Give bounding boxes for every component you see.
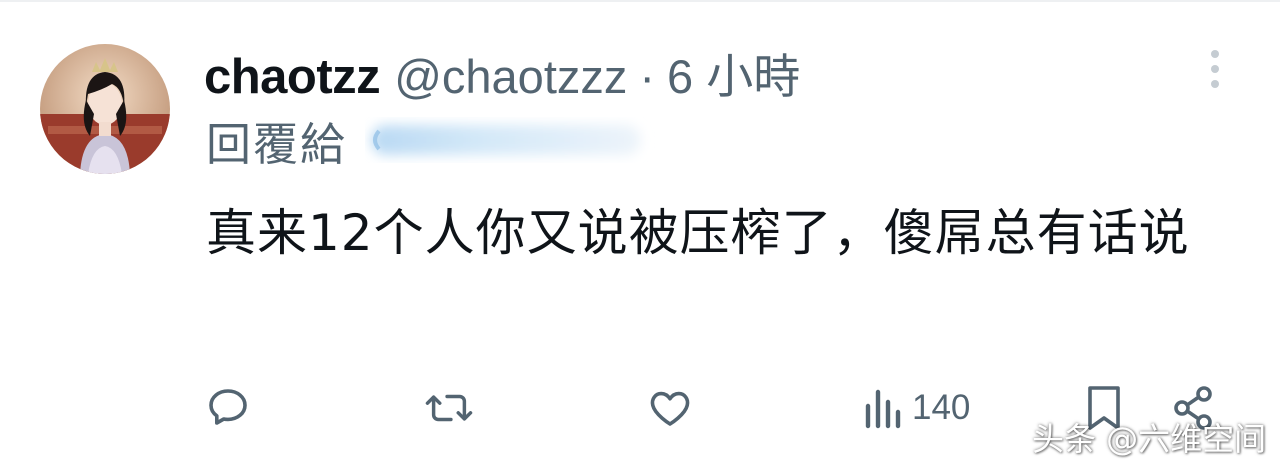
tweet-card: chaotzz @chaotzzz · 6 小時 回覆給 真来12个人你又说被压…: [0, 0, 1280, 469]
more-dot-icon: [1211, 80, 1219, 88]
reply-to-label: 回覆給: [206, 117, 348, 171]
bar-chart-icon: [865, 389, 901, 429]
separator-dot: ·: [639, 50, 656, 103]
avatar[interactable]: [40, 44, 170, 174]
views-button[interactable]: 140: [862, 380, 970, 436]
blur-redaction-icon: [371, 125, 642, 155]
timestamp[interactable]: 6 小時: [667, 38, 800, 107]
avatar-image: [40, 44, 170, 174]
heart-icon: [650, 391, 690, 426]
retweet-button[interactable]: [424, 380, 474, 436]
reply-context: 回覆給: [206, 110, 655, 171]
more-dot-icon: [1211, 50, 1219, 58]
tweet-header: chaotzz @chaotzzz · 6 小時: [204, 38, 800, 104]
like-button[interactable]: [646, 380, 694, 436]
watermark: 头条 @六维空间: [1032, 420, 1267, 458]
retweet-icon: [425, 394, 473, 422]
more-options-button[interactable]: [1200, 42, 1230, 96]
display-name[interactable]: chaotzz: [204, 49, 381, 105]
more-dot-icon: [1211, 65, 1219, 73]
speech-bubble-icon: [209, 389, 247, 425]
reply-to-handle-redacted[interactable]: [365, 117, 655, 163]
user-handle[interactable]: @chaotzzz: [394, 49, 627, 104]
views-count: 140: [912, 388, 971, 427]
reply-button[interactable]: [204, 380, 252, 436]
tweet-text: 真来12个人你又说被压榨了，傻屌总有话说: [206, 204, 1190, 262]
